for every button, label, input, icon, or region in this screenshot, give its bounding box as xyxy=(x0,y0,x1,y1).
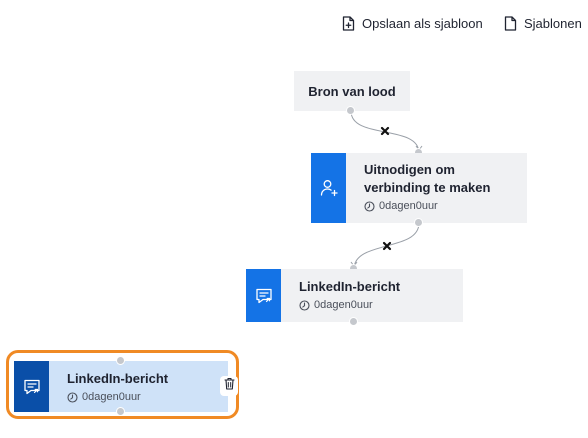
linkedin-1-output-handle[interactable] xyxy=(349,317,358,326)
message-icon xyxy=(22,377,42,397)
linkedin-message-node-selected[interactable]: LinkedIn-bericht 0dagen0uur xyxy=(14,361,228,412)
clock-icon xyxy=(299,299,310,311)
linkedin-node-icon-panel xyxy=(14,361,49,412)
workflow-canvas[interactable]: Opslaan als sjabloon Sjablonen Bron van … xyxy=(0,0,588,438)
invite-node-title: Uitnodigen om verbinding te maken xyxy=(364,161,490,197)
save-as-template-label: Opslaan als sjabloon xyxy=(362,16,483,31)
invite-node-icon-panel xyxy=(311,153,346,223)
remove-connection-icon[interactable] xyxy=(379,125,391,137)
linkedin-node-icon-panel xyxy=(246,269,281,322)
invite-to-connect-node[interactable]: Uitnodigen om verbinding te maken 0dagen… xyxy=(311,153,527,223)
invite-node-title-line1: Uitnodigen om xyxy=(364,162,455,177)
templates-label: Sjablonen xyxy=(524,16,582,31)
templates-button[interactable]: Sjablonen xyxy=(504,16,582,31)
save-as-template-button[interactable]: Opslaan als sjabloon xyxy=(342,16,483,31)
remove-connection-icon[interactable] xyxy=(381,240,393,252)
delete-node-button[interactable] xyxy=(220,376,238,396)
linkedin-2-input-handle[interactable] xyxy=(116,356,125,365)
lead-source-node[interactable]: Bron van lood xyxy=(294,71,410,111)
invite-node-delay: 0dagen0uur xyxy=(379,200,438,212)
linkedin-node-delay: 0dagen0uur xyxy=(82,391,141,403)
file-plus-icon xyxy=(342,16,355,31)
linkedin-node-delay: 0dagen0uur xyxy=(314,299,373,311)
linkedin-node-title: LinkedIn-bericht xyxy=(67,371,169,386)
message-icon xyxy=(254,286,274,306)
invite-output-handle[interactable] xyxy=(414,218,423,227)
linkedin-2-output-handle[interactable] xyxy=(116,407,125,416)
trash-icon xyxy=(223,377,235,395)
source-output-handle[interactable] xyxy=(346,106,355,115)
user-plus-icon xyxy=(319,178,339,198)
linkedin-node-title: LinkedIn-bericht xyxy=(299,279,401,294)
linkedin-message-node[interactable]: LinkedIn-bericht 0dagen0uur xyxy=(246,269,463,322)
file-icon xyxy=(504,16,517,31)
lead-source-title: Bron van lood xyxy=(308,83,396,99)
clock-icon xyxy=(364,200,375,212)
clock-icon xyxy=(67,391,78,403)
invite-node-title-line2: verbinding te maken xyxy=(364,180,491,195)
